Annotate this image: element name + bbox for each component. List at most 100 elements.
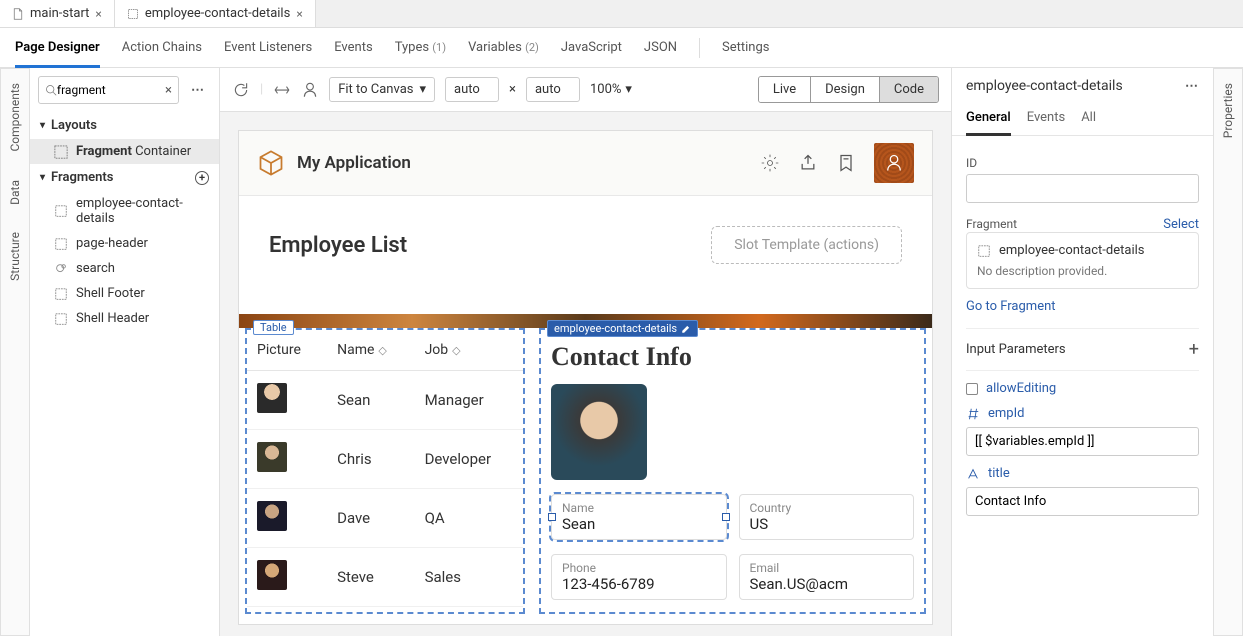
- subnav: Page Designer Action Chains Event Listen…: [0, 28, 1243, 68]
- select-link[interactable]: Select: [1163, 217, 1199, 232]
- canvas-preview[interactable]: My Application Employee List Slot Templa…: [220, 112, 951, 636]
- subnav-page-designer[interactable]: Page Designer: [15, 40, 100, 68]
- subnav-json[interactable]: JSON: [644, 40, 677, 55]
- rail-components[interactable]: Components: [8, 83, 22, 152]
- bookmark-icon[interactable]: [836, 153, 856, 173]
- tab-employee-contact-details[interactable]: employee-contact-details ×: [115, 0, 316, 27]
- table-row[interactable]: ChrisDeveloper: [247, 430, 523, 489]
- share-icon[interactable]: [798, 153, 818, 173]
- sidebar-item-employee-contact-details[interactable]: employee-contact-details: [30, 191, 219, 231]
- sidebar-item-search[interactable]: search: [30, 256, 219, 281]
- ptab-all[interactable]: All: [1081, 104, 1096, 135]
- sidebar-item-shell-header[interactable]: Shell Header: [30, 306, 219, 331]
- search-input[interactable]: [57, 83, 165, 97]
- sort-icon[interactable]: ◇: [378, 344, 386, 357]
- tab-main-start[interactable]: main-start ×: [0, 0, 115, 27]
- component-chip[interactable]: employee-contact-details: [547, 320, 698, 337]
- user-avatar[interactable]: [874, 143, 914, 183]
- table-row[interactable]: DaveQA: [247, 489, 523, 548]
- col-name[interactable]: Name◇: [327, 330, 414, 371]
- param-empid[interactable]: empId: [966, 406, 1199, 421]
- close-icon[interactable]: ×: [95, 7, 101, 21]
- section-fragments[interactable]: ▾ Fragments +: [30, 164, 219, 191]
- field-country[interactable]: CountryUS: [739, 494, 915, 540]
- table-row[interactable]: SeanManager: [247, 371, 523, 430]
- fragment-icon: [54, 204, 68, 218]
- table-header-row: Picture Name◇ Job◇: [247, 330, 523, 371]
- separator: |: [260, 82, 263, 97]
- subnav-types[interactable]: Types (1): [395, 40, 446, 55]
- fragment-label: Fragment: [966, 217, 1017, 231]
- mode-design[interactable]: Design: [811, 77, 880, 102]
- contact-heading: Contact Info: [551, 342, 914, 372]
- app-shell: My Application Employee List Slot Templa…: [238, 130, 933, 625]
- ptab-general[interactable]: General: [966, 104, 1011, 136]
- gear-icon[interactable]: [760, 153, 780, 173]
- width-icon[interactable]: [273, 81, 291, 99]
- rail-structure[interactable]: Structure: [8, 232, 22, 281]
- sort-icon[interactable]: ◇: [452, 344, 460, 357]
- chevron-down-icon: ▾: [419, 82, 426, 97]
- input-parameters-section[interactable]: Input Parameters +: [966, 328, 1199, 371]
- right-rail: Properties: [1213, 68, 1243, 636]
- sidebar-item-fragment-container[interactable]: Fragment Container: [30, 139, 219, 164]
- width-select[interactable]: auto: [445, 77, 499, 102]
- close-icon[interactable]: ×: [296, 7, 302, 21]
- sidebar-item-page-header[interactable]: page-header: [30, 231, 219, 256]
- add-fragment-icon[interactable]: +: [195, 171, 209, 185]
- sidebar-item-shell-footer[interactable]: Shell Footer: [30, 281, 219, 306]
- rail-properties[interactable]: Properties: [1221, 83, 1235, 138]
- avatar: [257, 560, 287, 590]
- subnav-action-chains[interactable]: Action Chains: [122, 40, 202, 55]
- sidebar-search[interactable]: ×: [38, 76, 179, 104]
- edit-icon[interactable]: [681, 324, 691, 334]
- checkbox-icon[interactable]: [966, 383, 978, 395]
- refresh-icon[interactable]: [232, 81, 250, 99]
- param-allow-editing[interactable]: allowEditing: [966, 381, 1199, 396]
- id-input[interactable]: [966, 174, 1199, 203]
- col-job[interactable]: Job◇: [415, 330, 523, 371]
- zoom-select[interactable]: 100% ▾: [590, 82, 632, 97]
- rail-data[interactable]: Data: [8, 180, 22, 205]
- app-title: My Application: [297, 153, 411, 173]
- editor-tabs: main-start × employee-contact-details ×: [0, 0, 1243, 28]
- fragment-icon: [977, 244, 991, 258]
- app-header: My Application: [239, 131, 932, 196]
- tab-label: employee-contact-details: [145, 6, 290, 21]
- table-row[interactable]: SteveSales: [247, 548, 523, 607]
- container-icon: [54, 145, 68, 159]
- slot-template[interactable]: Slot Template (actions): [711, 226, 902, 264]
- subnav-variables[interactable]: Variables (2): [468, 40, 539, 55]
- height-select[interactable]: auto: [526, 77, 580, 102]
- title-input[interactable]: [966, 487, 1199, 516]
- field-email[interactable]: EmailSean.US@acm: [739, 554, 915, 600]
- subnav-events[interactable]: Events: [334, 40, 372, 55]
- table-component[interactable]: Table Picture Name◇ Job◇ SeanManager Chr…: [245, 328, 525, 614]
- section-layouts[interactable]: ▾ Layouts: [30, 112, 219, 139]
- field-phone[interactable]: Phone123-456-6789: [551, 554, 727, 600]
- clear-icon[interactable]: ×: [165, 83, 172, 98]
- component-chip[interactable]: Table: [253, 320, 294, 335]
- hash-icon: [966, 407, 980, 421]
- fragment-icon: [127, 8, 139, 20]
- param-title[interactable]: title: [966, 466, 1199, 481]
- properties-more-icon[interactable]: ⋯: [1185, 79, 1199, 94]
- col-picture[interactable]: Picture: [247, 330, 327, 371]
- subnav-javascript[interactable]: JavaScript: [561, 40, 622, 55]
- properties-title: employee-contact-details: [966, 78, 1123, 94]
- empid-input[interactable]: [966, 427, 1199, 456]
- sidebar-more-icon[interactable]: ⋯: [185, 83, 211, 98]
- mode-code[interactable]: Code: [880, 77, 938, 102]
- user-icon[interactable]: [301, 81, 319, 99]
- goto-fragment-link[interactable]: Go to Fragment: [966, 299, 1199, 314]
- fit-select[interactable]: Fit to Canvas▾: [329, 77, 435, 102]
- mode-live[interactable]: Live: [759, 77, 811, 102]
- subnav-settings[interactable]: Settings: [722, 40, 769, 55]
- field-name[interactable]: NameSean: [551, 494, 727, 540]
- add-param-icon[interactable]: +: [1189, 339, 1199, 360]
- ptab-events[interactable]: Events: [1027, 104, 1065, 135]
- contact-photo: [551, 384, 647, 480]
- fragment-component[interactable]: employee-contact-details Contact Info Na…: [539, 328, 926, 614]
- fragment-card: employee-contact-details No description …: [966, 232, 1199, 289]
- subnav-event-listeners[interactable]: Event Listeners: [224, 40, 312, 55]
